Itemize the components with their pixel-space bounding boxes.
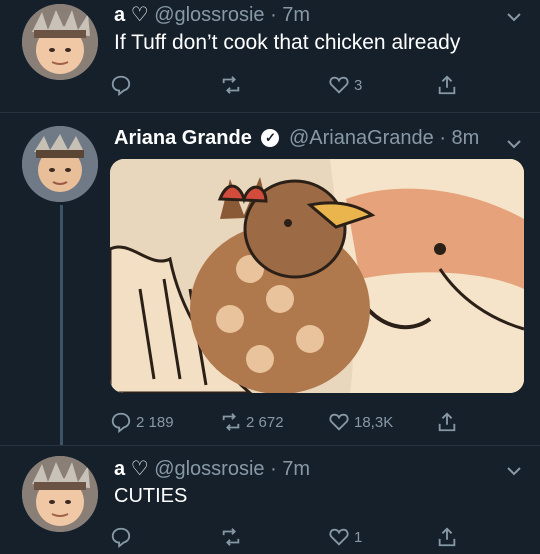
display-name[interactable]: Ariana Grande [114, 127, 252, 149]
chevron-down-icon[interactable] [506, 6, 522, 27]
heart-emoji: ♡ [130, 4, 149, 26]
chevron-down-icon[interactable] [506, 133, 522, 154]
verified-badge-icon: ✓ [261, 129, 280, 147]
timestamp[interactable]: · 7m [270, 458, 310, 480]
reply-icon [111, 527, 131, 548]
handle[interactable]: @glossrosie [154, 4, 264, 26]
tweet-header: Ariana Grande ✓ @ArianaGrande · 8m [114, 127, 479, 150]
share-icon [438, 75, 456, 95]
like-button[interactable]: 3 [328, 74, 362, 96]
reply-icon [111, 75, 131, 96]
like-count: 1 [354, 528, 363, 546]
share-icon [438, 412, 456, 432]
share-icon [438, 527, 456, 547]
heart-icon [329, 76, 349, 94]
tweet-header: a ♡ @glossrosie · 7m [114, 2, 310, 27]
share-button[interactable] [436, 526, 458, 548]
like-button[interactable]: 1 [328, 526, 362, 548]
chicken-illustration [110, 159, 524, 393]
tweet-text: If Tuff don’t cook that chicken already [114, 31, 461, 54]
retweet-button[interactable] [220, 526, 246, 548]
tweet-header: a ♡ @glossrosie · 7m [114, 456, 310, 481]
heart-icon [329, 528, 349, 546]
avatar[interactable] [22, 126, 98, 202]
handle[interactable]: @glossrosie [154, 458, 264, 480]
tweet[interactable]: a ♡ @glossrosie · 7m CUTIES 1 [0, 446, 540, 554]
reply-icon [111, 412, 131, 433]
timestamp[interactable]: · 8m [439, 127, 479, 149]
like-count: 18,3K [354, 413, 394, 431]
retweet-count: 2 672 [246, 413, 284, 431]
action-bar: 1 [110, 526, 480, 552]
reply-count: 2 189 [136, 413, 174, 431]
reply-button[interactable]: 2 189 [110, 411, 174, 433]
display-name[interactable]: a [114, 458, 125, 480]
action-bar: 2 189 2 672 18,3K [110, 411, 480, 437]
thread-line [60, 205, 63, 445]
like-count: 3 [354, 76, 363, 94]
heart-emoji: ♡ [130, 458, 149, 480]
retweet-button[interactable] [220, 74, 246, 96]
reply-button[interactable] [110, 74, 136, 96]
media-image[interactable] [110, 159, 524, 393]
share-button[interactable] [436, 411, 458, 433]
retweet-button[interactable]: 2 672 [220, 411, 284, 433]
like-button[interactable]: 18,3K [328, 411, 393, 433]
retweet-icon [222, 76, 240, 94]
chevron-down-icon[interactable] [506, 460, 522, 481]
display-name[interactable]: a [114, 4, 125, 26]
avatar[interactable] [22, 456, 98, 532]
handle[interactable]: @ArianaGrande [289, 127, 434, 149]
action-bar: 3 [110, 74, 480, 100]
retweet-icon [222, 528, 240, 546]
heart-icon [329, 413, 349, 431]
tweet[interactable]: a ♡ @glossrosie · 7m If Tuff don’t cook … [0, 0, 540, 112]
avatar[interactable] [22, 4, 98, 80]
tweet-text: CUTIES [114, 485, 188, 507]
tweet[interactable]: Ariana Grande ✓ @ArianaGrande · 8m 2 189… [0, 113, 540, 445]
retweet-icon [222, 413, 240, 431]
reply-button[interactable] [110, 526, 136, 548]
share-button[interactable] [436, 74, 458, 96]
timestamp[interactable]: · 7m [270, 4, 310, 26]
